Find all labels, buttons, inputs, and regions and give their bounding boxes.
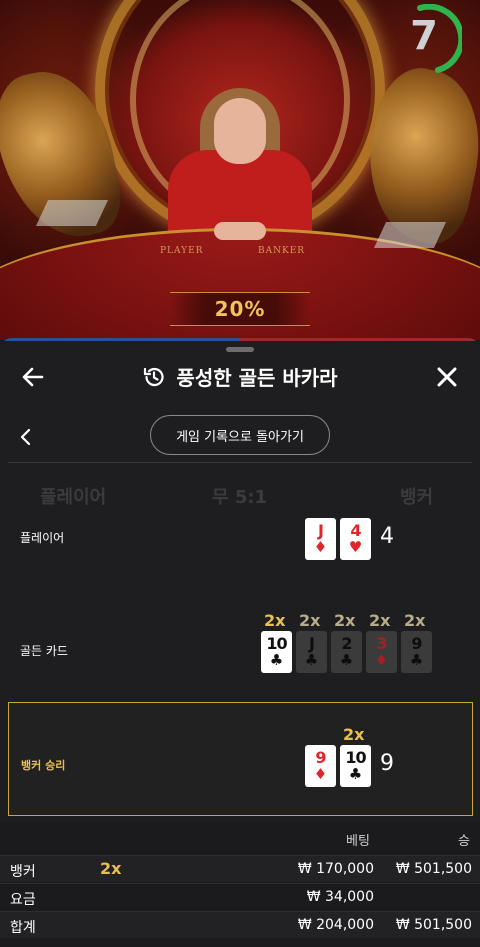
playing-card: 4 ♥: [340, 518, 371, 560]
bet-column-header: 베팅: [346, 834, 370, 849]
banker-win-row: 뱅커 승리: [8, 702, 473, 816]
golden-card: 10 ♣: [261, 631, 292, 673]
win-amount: ₩ 501,500: [395, 861, 472, 877]
timer-value: 7: [410, 13, 438, 59]
table-row: 요금 ₩ 34,000: [0, 883, 480, 910]
bet-name: 합계: [10, 920, 36, 936]
sheet-header: 풍성한 골든 바카라: [0, 352, 480, 402]
chevron-left-icon[interactable]: [16, 426, 36, 448]
golden-card: 3 ♦: [366, 631, 397, 673]
card-shoe-left: [35, 200, 109, 226]
golden-multiplier: 2x: [334, 611, 356, 630]
table-row: 합계 ₩ 204,000 ₩ 501,500: [0, 911, 480, 938]
bet-amount: ₩ 170,000: [297, 861, 374, 877]
bet-multiplier: 2x: [100, 859, 122, 878]
playing-card: 10 ♣: [340, 745, 371, 787]
percent-indicator: 20%: [170, 292, 310, 326]
player-total: 4: [380, 524, 394, 549]
live-video-feed: PLAYER BANKER 20% 7: [0, 0, 480, 340]
percent-value: 20%: [214, 297, 266, 321]
felt-player-label: PLAYER: [160, 246, 204, 256]
history-icon: [144, 367, 165, 386]
dealer-face: [214, 98, 266, 164]
game-history-sheet: 풍성한 골든 바카라 게임 기록으로 돌아가기 플레이어 무 5:1 뱅커 플레…: [0, 338, 480, 947]
bet-summary-table: 베팅 승 뱅커 2x ₩ 170,000 ₩ 501,500 요금 ₩ 34,0…: [0, 822, 480, 947]
golden-multiplier: 2x: [264, 611, 286, 630]
win-column-header: 승: [458, 834, 470, 849]
history-subnav: 게임 기록으로 돌아가기: [0, 414, 480, 462]
table-row: 뱅커 2x ₩ 170,000 ₩ 501,500: [0, 855, 480, 882]
page-title: 풍성한 골든 바카라: [176, 366, 338, 390]
golden-card: 9 ♣: [401, 631, 432, 673]
ghost-banker-label: 뱅커: [400, 487, 434, 508]
golden-multiplier: 2x: [404, 611, 426, 630]
ghost-player-label: 플레이어: [40, 487, 107, 508]
back-to-history-button[interactable]: 게임 기록으로 돌아가기: [150, 415, 330, 455]
player-accent-bar: [0, 338, 240, 341]
dealer-hands: [214, 222, 266, 240]
playing-card: J ♦: [305, 518, 336, 560]
bet-amount: ₩ 204,000: [297, 917, 374, 933]
golden-card: 2 ♣: [331, 631, 362, 673]
title-group: 풍성한 골든 바카라: [0, 362, 480, 391]
round-timer: 7: [404, 3, 465, 76]
felt-banker-label: BANKER: [258, 246, 306, 256]
divider: [8, 462, 472, 463]
golden-multiplier: 2x: [299, 611, 321, 630]
bet-name: 요금: [10, 892, 36, 908]
banker-total: 9: [380, 751, 394, 776]
golden-card: J ♣: [296, 631, 327, 673]
bet-amount: ₩ 34,000: [306, 889, 374, 905]
banker-card-multiplier: 2x: [343, 725, 365, 744]
golden-row-label: 골든 카드: [20, 644, 68, 658]
banker-accent-bar: [240, 338, 480, 341]
playing-card: 9 ♦: [305, 745, 336, 787]
card-shoe-right: [373, 222, 447, 248]
golden-multiplier: 2x: [369, 611, 391, 630]
win-amount: ₩ 501,500: [395, 917, 472, 933]
banker-win-label: 뱅커 승리: [21, 759, 66, 772]
close-icon[interactable]: [434, 364, 460, 390]
bet-name: 뱅커: [10, 864, 36, 880]
player-row-label: 플레이어: [20, 531, 65, 545]
ghost-tie-label: 무 5:1: [212, 487, 268, 508]
